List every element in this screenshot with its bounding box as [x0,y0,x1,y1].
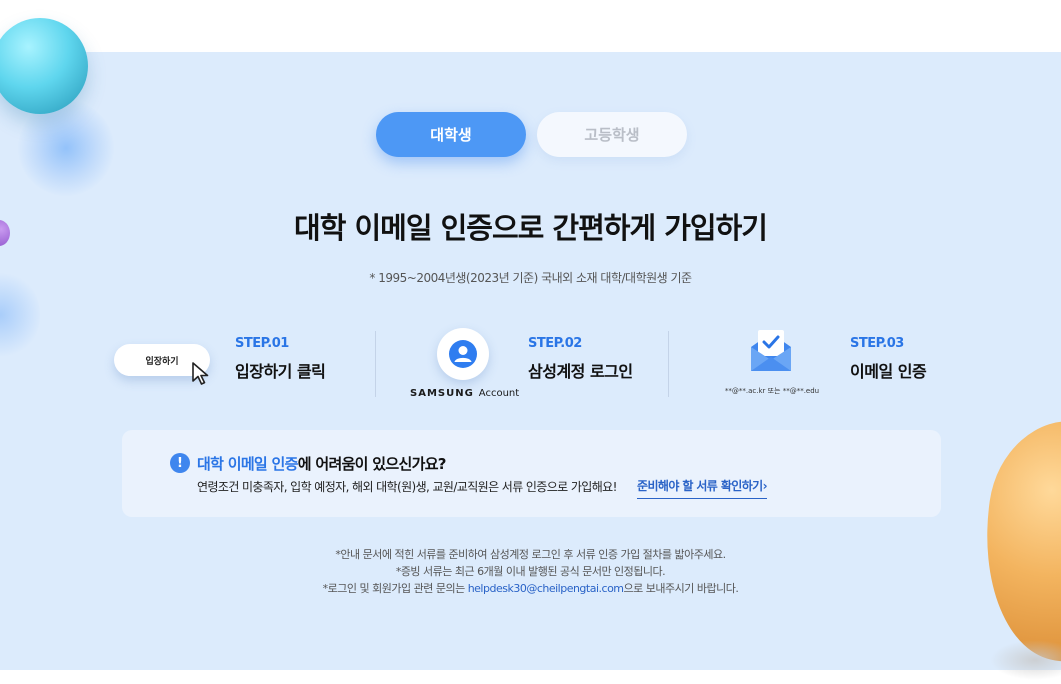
user-icon [449,340,477,368]
footnote-3: *로그인 및 회원가입 관련 문의는 helpdesk30@cheilpengt… [0,580,1061,597]
envelope-check-icon [751,330,791,371]
step-divider [668,331,669,397]
account-label: Account [478,388,520,399]
step-2-title: 삼성계정 로그인 [528,362,633,381]
tab-high-school-student[interactable]: 고등학생 [537,112,687,157]
page-title: 대학 이메일 인증으로 간편하게 가입하기 [294,211,768,245]
samsung-account-label: SAMSUNG Account [410,388,519,399]
decorative-shadow [990,640,1061,680]
step-divider [375,331,376,397]
tab-university-student[interactable]: 대학생 [376,112,526,157]
footnote-3-prefix: *로그인 및 회원가입 관련 문의는 [322,582,468,595]
exclamation-icon: ! [170,453,190,473]
step-3-title: 이메일 인증 [850,362,927,381]
footnote-3-suffix: 으로 보내주시기 바랍니다. [623,582,739,595]
help-title-highlight: 대학 이메일 인증 [197,455,298,473]
step-3-number: STEP.03 [850,336,904,351]
helpdesk-email[interactable]: helpdesk30@cheilpengtai.com [468,582,624,595]
samsung-account-logo [437,328,489,380]
email-format-example: **@**.ac.kr 또는 **@**.edu [724,387,820,395]
footnote-1: *안내 문서에 적힌 서류를 준비하여 삼성계정 로그인 후 서류 인증 가입 … [335,548,726,561]
samsung-brand: SAMSUNG [410,388,474,399]
eligibility-note: * 1995~2004년생(2023년 기준) 국내외 소재 대학/대학원생 기… [369,271,692,285]
document-check-link[interactable]: 준비해야 할 서류 확인하기› [637,477,768,499]
footnotes: *안내 문서에 적힌 서류를 준비하여 삼성계정 로그인 후 서류 인증 가입 … [0,546,1061,597]
footnote-2: *증빙 서류는 최근 6개월 이내 발행된 공식 문서만 인정됩니다. [395,565,666,578]
chevron-right-icon: › [762,479,768,493]
help-title-rest: 에 어려움이 있으신가요? [297,455,447,473]
decorative-blue-glow [18,100,114,196]
document-check-link-label: 준비해야 할 서류 확인하기 [637,479,763,493]
step-1-title: 입장하기 클릭 [235,362,326,381]
help-description: 연령조건 미충족자, 입학 예정자, 해외 대학(원)생, 교원/교직원은 서류… [197,480,617,494]
help-title: 대학 이메일 인증에 어려움이 있으신가요? [197,453,446,474]
step-2-number: STEP.02 [528,336,582,351]
cursor-icon [192,362,209,385]
step-1-number: STEP.01 [235,336,289,351]
